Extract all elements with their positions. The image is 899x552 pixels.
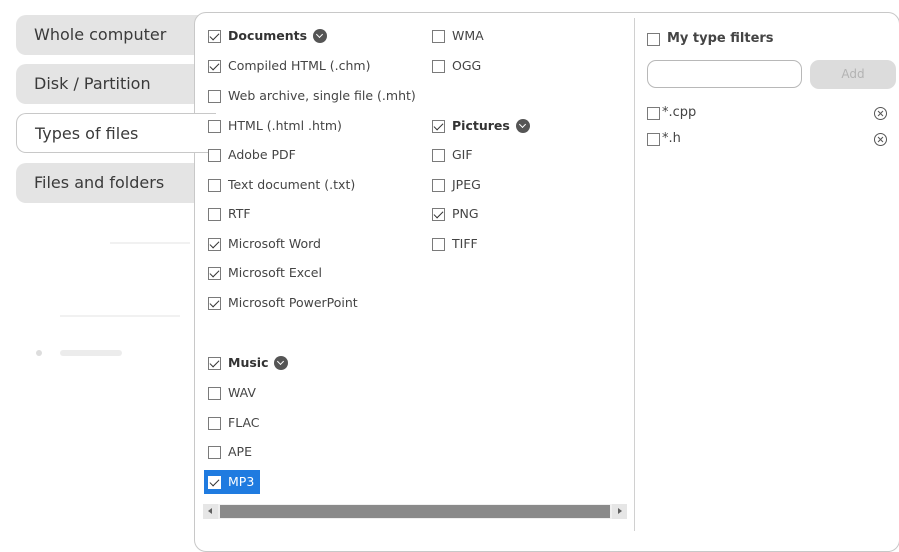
checkbox-checked-icon	[208, 356, 221, 370]
checkbox-checked-icon	[432, 119, 445, 133]
option-web-archive[interactable]: Web archive, single file (.mht)	[208, 85, 416, 107]
nav-tab-disk-partition[interactable]: Disk / Partition	[16, 64, 216, 104]
filter-pattern-input[interactable]	[647, 60, 802, 88]
add-filter-button[interactable]: Add	[810, 60, 896, 89]
checkbox-icon	[647, 32, 660, 46]
scroll-left-arrow-icon[interactable]	[203, 504, 218, 519]
checkbox-icon	[432, 29, 445, 43]
option-label: APE	[228, 444, 252, 459]
option-ape[interactable]: APE	[208, 441, 252, 463]
checkbox-icon	[208, 445, 221, 459]
option-label: TIFF	[452, 236, 478, 251]
option-label: Microsoft PowerPoint	[228, 295, 358, 310]
filter-item-label: *.cpp	[662, 105, 697, 120]
filter-item-cpp[interactable]: *.cpp	[647, 103, 696, 123]
my-type-filters-checkbox[interactable]: My type filters	[647, 29, 774, 49]
option-flac[interactable]: FLAC	[208, 412, 260, 434]
documents-group-checkbox[interactable]: Documents	[208, 25, 328, 47]
option-label: Text document (.txt)	[228, 177, 356, 192]
music-group-label: Music	[228, 355, 269, 370]
chevron-down-icon[interactable]	[313, 29, 328, 43]
option-microsoft-powerpoint[interactable]: Microsoft PowerPoint	[208, 292, 358, 314]
option-label: RTF	[228, 206, 251, 221]
option-gif[interactable]: GIF	[432, 144, 473, 166]
option-label: Adobe PDF	[228, 147, 296, 162]
option-text-document[interactable]: Text document (.txt)	[208, 174, 355, 196]
chevron-down-icon[interactable]	[274, 356, 289, 370]
scroll-right-arrow-icon[interactable]	[612, 504, 627, 519]
option-label: Microsoft Excel	[228, 265, 322, 280]
option-label: Microsoft Word	[228, 236, 321, 251]
checkbox-icon	[208, 119, 221, 133]
option-compiled-html[interactable]: Compiled HTML (.chm)	[208, 55, 371, 77]
documents-group-label: Documents	[228, 28, 308, 43]
checkbox-checked-icon	[208, 237, 221, 251]
checkbox-icon	[208, 386, 221, 400]
checkbox-icon	[647, 132, 660, 146]
background-dot	[36, 350, 42, 356]
option-label: FLAC	[228, 415, 260, 430]
my-type-filters-label: My type filters	[667, 31, 774, 46]
option-ogg[interactable]: OGG	[432, 55, 481, 77]
background-text-placeholder	[60, 350, 122, 356]
option-mp3[interactable]: MP3	[204, 470, 261, 494]
checkbox-icon	[208, 416, 221, 430]
checkbox-icon	[208, 207, 221, 221]
checkbox-checked-icon	[208, 296, 221, 310]
nav-tab-files-and-folders[interactable]: Files and folders	[16, 163, 216, 203]
scrollbar-thumb[interactable]	[220, 505, 610, 518]
checkbox-icon	[208, 148, 221, 162]
remove-filter-icon[interactable]	[874, 107, 887, 120]
checkbox-icon	[432, 237, 445, 251]
option-microsoft-word[interactable]: Microsoft Word	[208, 233, 321, 255]
option-html[interactable]: HTML (.html .htm)	[208, 115, 342, 137]
panel-divider	[634, 18, 635, 531]
checkbox-checked-icon	[208, 475, 221, 489]
option-label: WMA	[452, 28, 484, 43]
option-rtf[interactable]: RTF	[208, 203, 251, 225]
nav-tab-whole-computer[interactable]: Whole computer	[16, 15, 216, 55]
filter-item-h[interactable]: *.h	[647, 129, 681, 149]
filter-item-label: *.h	[662, 131, 681, 146]
checkbox-checked-icon	[208, 29, 221, 43]
option-wma[interactable]: WMA	[432, 25, 484, 47]
checkbox-checked-icon	[208, 266, 221, 280]
chevron-down-icon[interactable]	[515, 119, 530, 133]
pictures-group-checkbox[interactable]: Pictures	[432, 115, 530, 137]
option-tiff[interactable]: TIFF	[432, 233, 478, 255]
checkbox-icon	[432, 178, 445, 192]
nav-tab-types-of-files[interactable]: Types of files	[16, 113, 216, 153]
option-label: JPEG	[452, 177, 481, 192]
horizontal-scrollbar[interactable]	[203, 504, 627, 519]
option-png[interactable]: PNG	[432, 203, 479, 225]
option-label: HTML (.html .htm)	[228, 118, 342, 133]
option-label: GIF	[452, 147, 473, 162]
option-label: Web archive, single file (.mht)	[228, 88, 416, 103]
option-label: WAV	[228, 385, 256, 400]
checkbox-checked-icon	[432, 207, 445, 221]
option-label: Compiled HTML (.chm)	[228, 58, 371, 73]
checkbox-icon	[208, 89, 221, 103]
checkbox-icon	[647, 106, 660, 120]
music-group-checkbox[interactable]: Music	[208, 352, 289, 374]
option-label: OGG	[452, 58, 482, 73]
background-divider	[60, 315, 180, 317]
checkbox-icon	[208, 178, 221, 192]
remove-filter-icon[interactable]	[874, 133, 887, 146]
checkbox-checked-icon	[208, 59, 221, 73]
option-microsoft-excel[interactable]: Microsoft Excel	[208, 262, 322, 284]
checkbox-icon	[432, 148, 445, 162]
option-wav[interactable]: WAV	[208, 382, 256, 404]
background-divider	[110, 242, 190, 244]
option-jpeg[interactable]: JPEG	[432, 174, 481, 196]
option-adobe-pdf[interactable]: Adobe PDF	[208, 144, 296, 166]
option-label: MP3	[228, 474, 255, 489]
option-label: PNG	[452, 206, 479, 221]
checkbox-icon	[432, 59, 445, 73]
pictures-group-label: Pictures	[452, 118, 510, 133]
